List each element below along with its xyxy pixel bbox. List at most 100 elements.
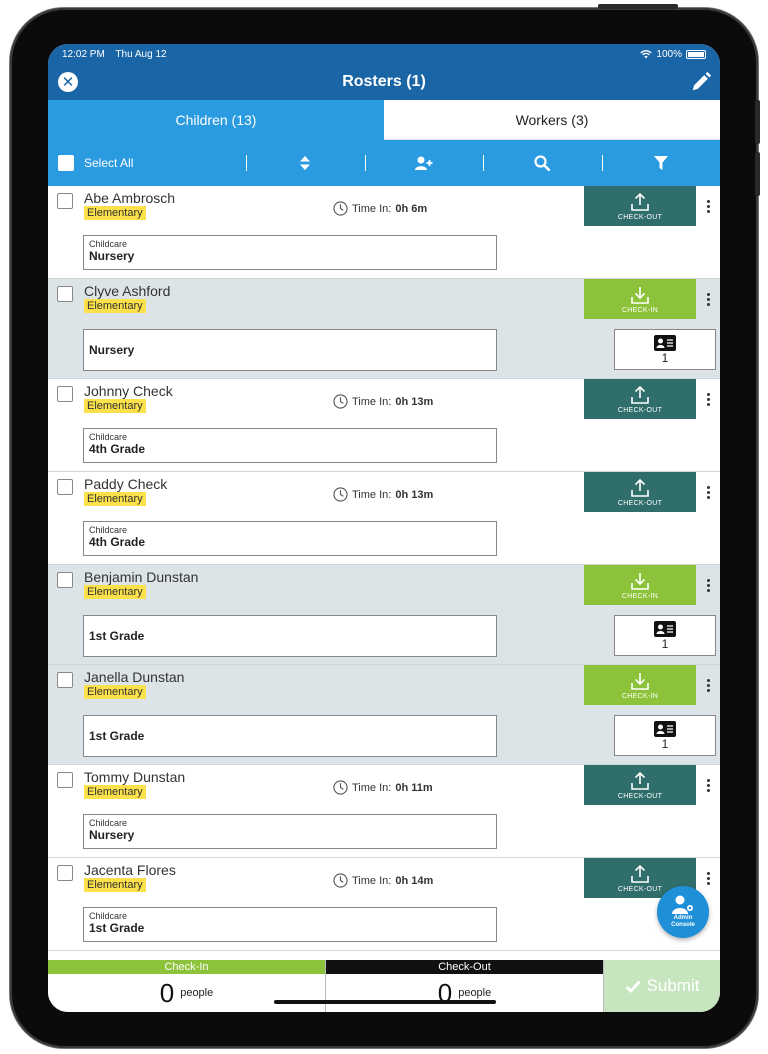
more-icon[interactable] [700,389,716,409]
more-icon[interactable] [700,575,716,595]
sort-button[interactable] [246,140,365,186]
search-button[interactable] [483,140,602,186]
checkout-summary-label: Check-Out [326,960,603,974]
check-in-label: CHECK-IN [621,592,659,600]
row-checkbox[interactable] [57,672,73,688]
check-in-button[interactable]: CHECK-IN [584,665,696,705]
row-checkbox[interactable] [57,386,73,402]
clock-icon [333,394,348,409]
row-checkbox[interactable] [57,193,73,209]
checkin-summary: Check-In 0 people [48,960,326,1012]
check-out-label: CHECK-OUT [617,499,663,507]
child-name: Benjamin Dunstan [84,569,199,585]
child-name: Janella Dunstan [84,669,185,685]
check-out-button[interactable]: CHECK-OUT [584,472,696,512]
room-field[interactable]: Childcare Nursery [83,814,497,849]
filter-button[interactable] [601,140,721,186]
sort-icon [300,156,311,170]
row-checkbox[interactable] [57,865,73,881]
name-tag-print[interactable]: 1 [614,615,716,656]
time-in-value: 0h 6m [395,202,428,215]
room-field[interactable]: Childcare 4th Grade [83,521,497,556]
list-item: Paddy Check Elementary Time In: 0h 13m C… [48,472,720,565]
check-out-button[interactable]: CHECK-OUT [584,765,696,805]
tab-workers[interactable]: Workers (3) [384,100,720,140]
battery-icon [686,49,706,59]
check-out-button[interactable]: CHECK-OUT [584,186,696,226]
submit-button[interactable]: Submit [604,960,720,1012]
status-date: Thu Aug 12 [115,48,167,60]
room-field[interactable]: Childcare 4th Grade [83,428,497,463]
room-type: Childcare [89,911,128,921]
more-icon[interactable] [700,196,716,216]
check-in-button[interactable]: CHECK-IN [584,565,696,605]
tab-children[interactable]: Children (13) [48,100,384,140]
edit-icon[interactable] [690,71,712,93]
row-checkbox[interactable] [57,479,73,495]
admin-label: Admin [673,915,693,921]
room-type: Childcare [89,818,128,828]
room-field[interactable]: Childcare Nursery [83,235,497,270]
room-name: 1st Grade [89,629,145,643]
more-icon[interactable] [700,868,716,888]
select-all-control[interactable]: Select All [48,155,246,171]
name-tag-print[interactable]: 1 [614,715,716,756]
more-icon[interactable] [700,289,716,309]
nav-bar: ✕ Rosters (1) [48,64,720,100]
time-in: Time In: 0h 14m [333,873,433,888]
add-person-button[interactable] [364,140,484,186]
clock-icon [333,873,348,888]
checkin-summary-label: Check-In [48,960,325,974]
clock-icon [333,201,348,216]
time-in: Time In: 0h 13m [333,487,433,502]
name-tag-print[interactable]: 1 [614,329,716,370]
room-field[interactable]: Nursery [83,329,497,371]
room-name: Nursery [89,343,135,357]
time-in-value: 0h 11m [395,781,433,794]
add-user-icon [414,156,433,170]
check-out-label: CHECK-OUT [617,885,663,893]
room-name: 1st Grade [89,729,145,743]
check-in-label: CHECK-IN [621,692,659,700]
group-badge: Elementary [84,299,146,313]
footer-summary: Check-In 0 people Check-Out 0 people Sub… [48,960,720,1012]
power-button [598,4,678,9]
upload-icon [631,478,649,497]
id-card-icon [654,334,676,351]
child-name: Tommy Dunstan [84,769,186,785]
more-icon[interactable] [700,775,716,795]
row-checkbox[interactable] [57,286,73,302]
check-out-button[interactable]: CHECK-OUT [584,379,696,419]
page-title: Rosters (1) [342,73,426,90]
row-checkbox[interactable] [57,772,73,788]
upload-icon [631,771,649,790]
checkin-unit: people [180,987,214,999]
time-in: Time In: 0h 13m [333,394,433,409]
room-field[interactable]: 1st Grade [83,615,497,657]
check-out-label: CHECK-OUT [617,406,663,414]
tag-count: 1 [661,636,669,651]
group-badge: Elementary [84,206,146,220]
submit-label: Submit [646,976,700,995]
child-name: Johnny Check [84,383,173,399]
check-in-button[interactable]: CHECK-IN [584,279,696,319]
child-name: Paddy Check [84,476,168,492]
upload-icon [631,864,649,883]
room-name: 4th Grade [89,442,146,456]
list-item: Janella Dunstan Elementary CHECK-IN 1st … [48,665,720,765]
filter-icon [653,156,668,170]
admin-console-button[interactable]: Admin Console [657,886,709,938]
more-icon[interactable] [700,675,716,695]
select-all-checkbox[interactable] [58,155,74,171]
status-bar: 12:02 PM Thu Aug 12 100% [48,44,720,64]
row-checkbox[interactable] [57,572,73,588]
room-field[interactable]: Childcare 1st Grade [83,907,497,942]
download-icon [631,286,649,304]
room-type: Childcare [89,525,128,535]
room-field[interactable]: 1st Grade [83,715,497,757]
more-icon[interactable] [700,482,716,502]
clock-icon [333,487,348,502]
group-badge: Elementary [84,492,146,506]
check-out-label: CHECK-OUT [617,213,663,221]
close-icon[interactable]: ✕ [58,72,78,92]
